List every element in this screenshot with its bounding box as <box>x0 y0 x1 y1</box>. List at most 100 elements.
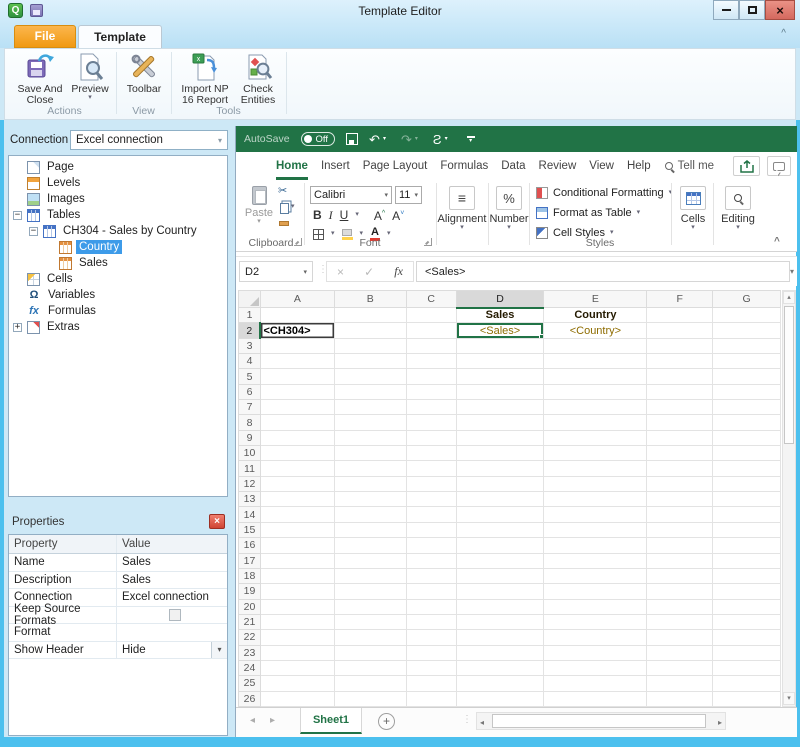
cell-C2[interactable] <box>406 323 456 338</box>
row-header-4[interactable]: 4 <box>239 354 261 369</box>
underline-dropdown-caret[interactable]: ▾ <box>355 212 359 218</box>
underline-button[interactable]: U <box>340 209 349 221</box>
cells-group-button[interactable]: Cells ▾ <box>678 186 708 231</box>
excel-tab-review[interactable]: Review <box>539 152 577 180</box>
clipboard-dialog-launcher[interactable] <box>294 238 302 246</box>
cell-C21[interactable] <box>406 614 456 629</box>
cell-E20[interactable] <box>544 599 647 614</box>
cell-F1[interactable] <box>647 308 713 323</box>
cell-A5[interactable] <box>260 369 334 384</box>
tree-item-ch304-sales-by-country[interactable]: −CH304 - Sales by Country <box>9 223 227 239</box>
cell-A24[interactable] <box>260 660 334 675</box>
cell-B23[interactable] <box>334 645 406 660</box>
sheet-bar-grip[interactable]: ⋮ <box>462 714 472 725</box>
cell-A11[interactable] <box>260 461 334 476</box>
cell-C9[interactable] <box>406 430 456 445</box>
cell-E9[interactable] <box>544 430 647 445</box>
check-entities-button[interactable]: Check Entities <box>234 51 282 106</box>
name-box[interactable]: D2 ▾ <box>239 261 313 282</box>
cell-E8[interactable] <box>544 415 647 430</box>
tree-item-variables[interactable]: ΩVariables <box>9 287 227 303</box>
cell-E12[interactable] <box>544 476 647 491</box>
cell-A26[interactable] <box>260 691 334 706</box>
row-header-1[interactable]: 1 <box>239 308 261 323</box>
tree-item-tables[interactable]: −Tables <box>9 207 227 223</box>
cell-E21[interactable] <box>544 614 647 629</box>
cell-D15[interactable] <box>456 522 544 537</box>
cell-A17[interactable] <box>260 553 334 568</box>
cell-C1[interactable] <box>406 308 456 323</box>
cell-B4[interactable] <box>334 354 406 369</box>
cell-F20[interactable] <box>647 599 713 614</box>
cell-G16[interactable] <box>713 538 781 553</box>
row-header-21[interactable]: 21 <box>239 614 261 629</box>
cell-D16[interactable] <box>456 538 544 553</box>
connection-select[interactable]: Excel connection ▾ <box>70 130 228 150</box>
previous-sheet-button[interactable]: ◂ <box>250 715 255 726</box>
cell-E22[interactable] <box>544 630 647 645</box>
increase-font-button[interactable]: A^ <box>374 208 385 222</box>
cell-B1[interactable] <box>334 308 406 323</box>
cell-D12[interactable] <box>456 476 544 491</box>
cell-G14[interactable] <box>713 507 781 522</box>
row-header-3[interactable]: 3 <box>239 338 261 353</box>
number-group-button[interactable]: % Number ▾ <box>491 186 527 231</box>
cell-G21[interactable] <box>713 614 781 629</box>
cell-G10[interactable] <box>713 446 781 461</box>
cell-D3[interactable] <box>456 338 544 353</box>
cell-G3[interactable] <box>713 338 781 353</box>
cell-A18[interactable] <box>260 568 334 583</box>
column-header-B[interactable]: B <box>334 291 406 308</box>
cell-B12[interactable] <box>334 476 406 491</box>
row-header-11[interactable]: 11 <box>239 461 261 476</box>
cell-G23[interactable] <box>713 645 781 660</box>
cell-C10[interactable] <box>406 446 456 461</box>
cell-B14[interactable] <box>334 507 406 522</box>
row-header-26[interactable]: 26 <box>239 691 261 706</box>
cell-F7[interactable] <box>647 400 713 415</box>
cell-G18[interactable] <box>713 568 781 583</box>
cell-C12[interactable] <box>406 476 456 491</box>
select-all-button[interactable] <box>239 291 261 308</box>
scroll-left-button[interactable]: ◂ <box>480 718 484 727</box>
row-header-8[interactable]: 8 <box>239 415 261 430</box>
cell-F8[interactable] <box>647 415 713 430</box>
cell-D23[interactable] <box>456 645 544 660</box>
scroll-up-button[interactable]: ▴ <box>783 291 795 304</box>
cell-F9[interactable] <box>647 430 713 445</box>
cell-C11[interactable] <box>406 461 456 476</box>
properties-close-button[interactable]: × <box>209 514 225 529</box>
ink-mode-button[interactable]: Ƨ▾ <box>433 133 452 146</box>
collapse-excel-ribbon-chevron[interactable]: ^ <box>774 236 780 247</box>
cell-B2[interactable] <box>334 323 406 338</box>
cell-C16[interactable] <box>406 538 456 553</box>
cell-G22[interactable] <box>713 630 781 645</box>
cell-G17[interactable] <box>713 553 781 568</box>
import-np16-report-button[interactable]: x Import NP 16 Report <box>177 51 233 106</box>
cell-F23[interactable] <box>647 645 713 660</box>
cancel-icon[interactable]: × <box>337 265 344 279</box>
cell-B15[interactable] <box>334 522 406 537</box>
cell-B22[interactable] <box>334 630 406 645</box>
cell-G9[interactable] <box>713 430 781 445</box>
cell-A13[interactable] <box>260 492 334 507</box>
cell-D22[interactable] <box>456 630 544 645</box>
cell-G1[interactable] <box>713 308 781 323</box>
row-header-24[interactable]: 24 <box>239 660 261 675</box>
format-as-table-button[interactable]: Format as Table ▾ <box>536 206 640 220</box>
cell-D2[interactable]: <Sales> <box>456 323 544 338</box>
cell-A7[interactable] <box>260 400 334 415</box>
cell-E23[interactable] <box>544 645 647 660</box>
copy-button[interactable]: ▾ <box>278 201 295 213</box>
cell-A10[interactable] <box>260 446 334 461</box>
cell-F2[interactable] <box>647 323 713 338</box>
cell-F18[interactable] <box>647 568 713 583</box>
cell-B18[interactable] <box>334 568 406 583</box>
new-sheet-button[interactable]: + <box>378 713 395 730</box>
scroll-right-button[interactable]: ▸ <box>718 718 722 727</box>
row-header-12[interactable]: 12 <box>239 476 261 491</box>
cell-B26[interactable] <box>334 691 406 706</box>
cell-E1[interactable]: Country <box>544 308 647 323</box>
cell-E15[interactable] <box>544 522 647 537</box>
row-header-9[interactable]: 9 <box>239 430 261 445</box>
